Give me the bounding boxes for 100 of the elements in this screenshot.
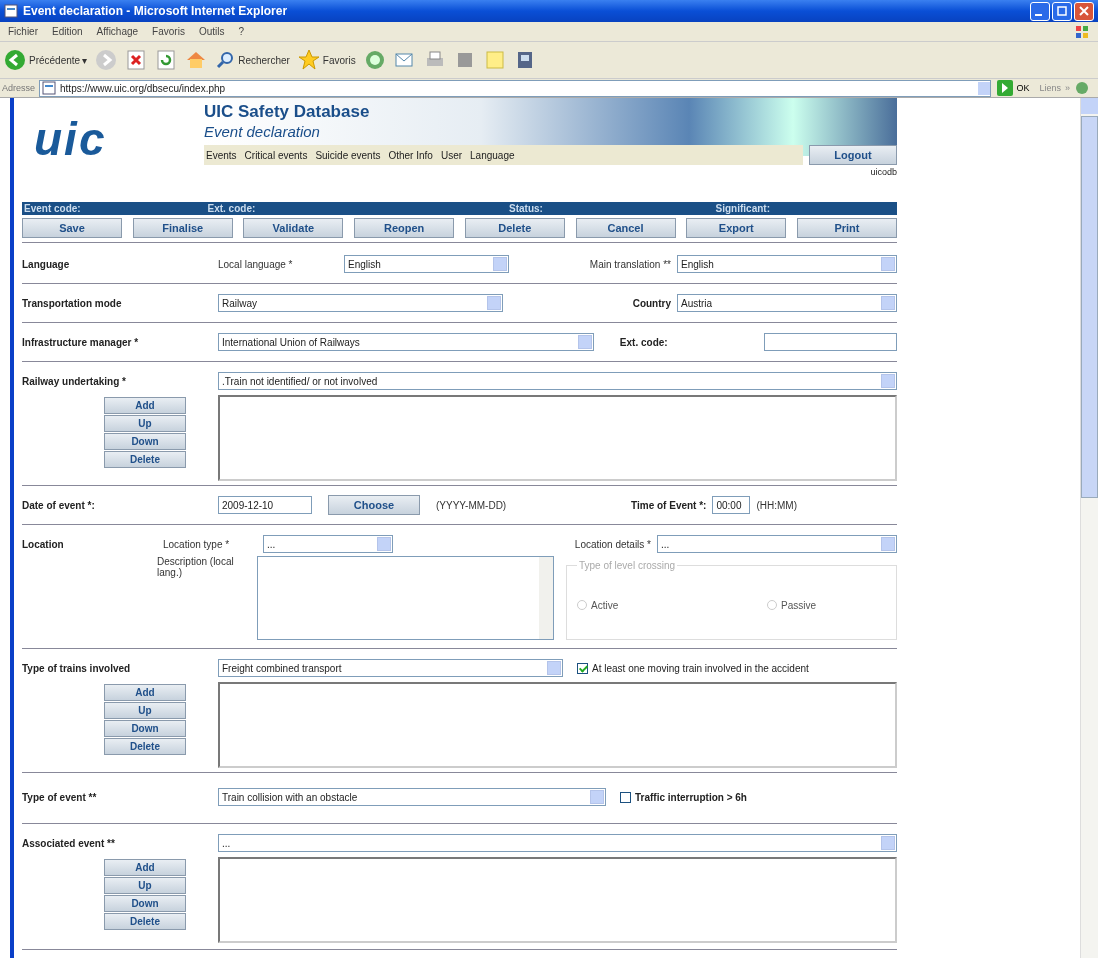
format-hint: (YYYY-MM-DD) bbox=[436, 499, 507, 511]
menu-item[interactable]: Edition bbox=[52, 26, 83, 37]
minimize-icon bbox=[1035, 14, 1042, 16]
field-label: Location type * bbox=[163, 538, 231, 550]
caret-icon[interactable]: ▾ bbox=[82, 54, 88, 66]
action-button[interactable]: Validate bbox=[243, 218, 344, 238]
manager-select[interactable]: International Union of Railways bbox=[218, 333, 594, 351]
field-label: Local language * bbox=[218, 258, 294, 270]
windows-logo-icon bbox=[1074, 23, 1090, 40]
nav-link[interactable]: User bbox=[440, 149, 463, 161]
group-legend: Type of level crossing bbox=[577, 560, 678, 571]
menu-item[interactable]: ? bbox=[238, 26, 245, 37]
menu-item[interactable]: Affichage bbox=[96, 26, 139, 37]
radio-option[interactable]: Active bbox=[577, 599, 619, 611]
page-icon bbox=[4, 4, 18, 18]
page-icon bbox=[42, 81, 57, 95]
date-field[interactable]: 2009-12-10 bbox=[218, 496, 312, 514]
nav-link[interactable]: Suicide events bbox=[315, 149, 381, 161]
user-name: uicodb bbox=[869, 167, 897, 177]
radio-option[interactable]: Passive bbox=[767, 599, 816, 611]
address-field[interactable]: https://www.uic.org/dbsecu/index.php bbox=[39, 79, 992, 97]
minimize-button[interactable] bbox=[1030, 1, 1050, 21]
nav-link[interactable]: Events bbox=[206, 149, 237, 161]
favorites-button[interactable]: Favoris bbox=[297, 49, 356, 71]
list-button[interactable]: Down bbox=[104, 433, 186, 450]
list-button[interactable]: Delete bbox=[104, 913, 186, 930]
field-label: Ext. code: bbox=[619, 336, 668, 348]
time-field[interactable]: 00:00 bbox=[712, 496, 751, 514]
action-button[interactable]: Save bbox=[22, 218, 122, 238]
associated-event-list[interactable] bbox=[218, 857, 897, 943]
back-button[interactable]: Précédente bbox=[4, 49, 81, 71]
page-subtitle: Event declaration bbox=[204, 123, 321, 140]
window-title: Event declaration - Microsoft Internet Explorer bbox=[23, 4, 289, 18]
menu-item[interactable]: Outils bbox=[198, 26, 225, 37]
train-list[interactable] bbox=[218, 682, 897, 768]
action-button[interactable]: Print bbox=[796, 218, 897, 238]
refresh-icon[interactable] bbox=[155, 49, 178, 71]
list-button[interactable]: Up bbox=[104, 415, 186, 432]
list-button[interactable]: Down bbox=[104, 720, 186, 737]
list-button[interactable]: Add bbox=[104, 397, 186, 414]
checkbox-option[interactable]: At least one moving train involved in the accident bbox=[577, 662, 809, 674]
field-label: Language bbox=[22, 258, 71, 270]
ext-code-field[interactable] bbox=[763, 333, 897, 351]
list-button[interactable]: Up bbox=[104, 877, 186, 894]
list-button[interactable]: Up bbox=[104, 702, 186, 719]
action-button[interactable]: Export bbox=[686, 218, 787, 238]
list-button[interactable]: Add bbox=[104, 684, 186, 701]
format-hint: (HH:MM) bbox=[756, 499, 797, 511]
language-select[interactable]: English bbox=[677, 255, 897, 273]
forward-icon[interactable] bbox=[95, 49, 118, 71]
list-button[interactable]: Delete bbox=[104, 451, 186, 468]
list-button[interactable]: Delete bbox=[104, 738, 186, 755]
country-select[interactable]: Austria bbox=[677, 294, 897, 312]
menu-item[interactable]: Fichier bbox=[8, 26, 38, 37]
star-icon bbox=[297, 49, 320, 71]
info-label: Ext. code: bbox=[206, 203, 257, 214]
field-label: Transportation mode bbox=[22, 297, 123, 309]
search-icon bbox=[215, 50, 236, 70]
go-button[interactable]: OK bbox=[995, 80, 1036, 96]
action-button[interactable]: Delete bbox=[464, 218, 565, 238]
field-label: Description (local lang.) bbox=[157, 556, 235, 580]
nav-link[interactable]: Language bbox=[470, 149, 515, 161]
close-button[interactable] bbox=[1074, 1, 1094, 21]
logout-button[interactable]: Logout bbox=[809, 145, 897, 165]
list-button[interactable]: Down bbox=[104, 895, 186, 912]
menu-item[interactable]: Favoris bbox=[152, 26, 185, 37]
field-label: Main translation ** bbox=[588, 258, 671, 270]
field-label: Type of event ** bbox=[22, 791, 98, 803]
undertaking-list[interactable] bbox=[218, 395, 897, 481]
action-button[interactable]: Reopen bbox=[354, 218, 455, 238]
checkbox-option[interactable]: Traffic interruption > 6h bbox=[620, 791, 747, 803]
field-label: Location bbox=[22, 538, 65, 550]
train-type-select[interactable]: Freight combined transport bbox=[218, 659, 563, 677]
associated-event-select[interactable]: ... bbox=[218, 834, 897, 852]
info-label: Significant: bbox=[714, 203, 771, 214]
action-button[interactable]: Cancel bbox=[575, 218, 676, 238]
choose-button[interactable]: Choose bbox=[328, 495, 420, 515]
stop-icon[interactable] bbox=[125, 49, 148, 71]
action-button[interactable]: Finalise bbox=[132, 218, 233, 238]
scrollbar[interactable] bbox=[1080, 98, 1098, 958]
event-type-select[interactable]: Train collision with an obstacle bbox=[218, 788, 606, 806]
mode-select[interactable]: Railway bbox=[218, 294, 503, 312]
nav-link[interactable]: Other Info bbox=[388, 149, 433, 161]
undertaking-select[interactable]: .Train not identified/ or not involved bbox=[218, 372, 897, 390]
field-label: Type of trains involved bbox=[22, 662, 132, 674]
maximize-icon bbox=[1057, 6, 1067, 16]
info-label: Event code: bbox=[23, 203, 82, 214]
language-select[interactable]: English bbox=[344, 255, 509, 273]
field-label: Infrastructure manager * bbox=[22, 336, 140, 348]
maximize-button[interactable] bbox=[1052, 1, 1072, 21]
location-type-select[interactable]: ... bbox=[263, 535, 393, 553]
description-field[interactable] bbox=[257, 556, 554, 640]
nav-link[interactable]: Critical events bbox=[244, 149, 308, 161]
close-icon bbox=[1079, 6, 1089, 16]
list-button[interactable]: Add bbox=[104, 859, 186, 876]
field-label: Date of event *: bbox=[22, 499, 96, 511]
field-label: Associated event ** bbox=[22, 837, 116, 849]
search-button[interactable]: Rechercher bbox=[215, 50, 290, 70]
location-details-select[interactable]: ... bbox=[657, 535, 897, 553]
field-label: Time of Event *: bbox=[630, 499, 707, 511]
